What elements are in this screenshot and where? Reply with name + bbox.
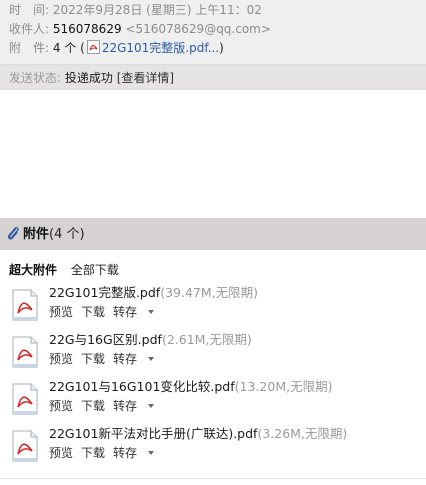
save-to-label: 转存 — [113, 305, 138, 319]
paperclip-icon — [7, 227, 19, 240]
download-button[interactable]: 下载 — [81, 305, 105, 319]
attachments-toolbar: 超大附件 全部下载 — [9, 262, 119, 278]
attachment-meta: (3.26M,无限期) — [257, 426, 348, 441]
attachment-label: 附 件: — [9, 41, 50, 55]
large-attachment-label: 超大附件 — [9, 263, 58, 277]
attachment-name[interactable]: 22G101新平法对比手册(广联达).pdf(3.26M,无限期) — [49, 425, 347, 443]
attachment-item: 22G101完整版.pdf(39.47M,无限期) 预览 下载 转存 — [0, 284, 426, 330]
attachment-summary-link[interactable]: 22G101完整版.pdf... — [102, 41, 219, 55]
attachments-title: 附件 — [23, 227, 50, 242]
pdf-file-icon — [12, 336, 38, 368]
pdf-file-icon — [12, 289, 38, 321]
attachment-item: 22G101新平法对比手册(广联达).pdf(3.26M,无限期) 预览 下载 转存 — [0, 425, 426, 471]
attachment-filename[interactable]: 22G与16G区别.pdf — [49, 332, 162, 347]
recipient-label: 收件人: — [9, 22, 50, 36]
pdf-file-icon — [12, 383, 38, 415]
pdf-file-icon — [12, 430, 38, 462]
save-to-label: 转存 — [113, 399, 138, 413]
chevron-down-icon — [148, 451, 155, 455]
delivery-status-value: 投递成功 — [64, 71, 113, 85]
time-label: 时 间: — [9, 3, 50, 17]
recipient-email[interactable]: <516078629@qq.com> — [125, 22, 271, 36]
preview-button[interactable]: 预览 — [49, 446, 73, 460]
save-to-label: 转存 — [113, 446, 138, 460]
recipient-row: 收件人: 516078629 <516078629@qq.com> — [9, 20, 271, 38]
attachments-count: (4 个) — [49, 227, 85, 242]
chevron-down-icon — [148, 310, 155, 314]
attachment-meta: (39.47M,无限期) — [160, 285, 258, 300]
chevron-down-icon — [148, 404, 155, 408]
attachment-count: 4 个 ( — [52, 41, 85, 55]
preview-button[interactable]: 预览 — [49, 352, 73, 366]
save-to-button[interactable]: 转存 — [113, 399, 155, 413]
download-button[interactable]: 下载 — [81, 352, 105, 366]
mail-header: 时 间: 2022年9月28日 (星期三) 上午11：02 收件人: 51607… — [0, 0, 426, 64]
attachment-name[interactable]: 22G101完整版.pdf(39.47M,无限期) — [49, 284, 258, 302]
time-value: 2022年9月28日 (星期三) 上午11：02 — [52, 3, 262, 17]
attachment-filename[interactable]: 22G101完整版.pdf — [49, 285, 160, 300]
delivery-status-bar: 发送状态: 投递成功 [查看详情] — [0, 64, 426, 90]
recipient-name[interactable]: 516078629 — [53, 22, 122, 36]
time-row: 时 间: 2022年9月28日 (星期三) 上午11：02 — [9, 1, 262, 19]
delivery-status-label: 发送状态: — [9, 71, 62, 85]
attachment-item: 22G101与16G101变化比较.pdf(13.20M,无限期) 预览 下载 转存 — [0, 378, 426, 424]
preview-button[interactable]: 预览 — [49, 399, 73, 413]
pdf-file-icon — [86, 40, 100, 54]
attachment-item: 22G与16G区别.pdf(2.61M,无限期) 预览 下载 转存 — [0, 331, 426, 377]
download-all-button[interactable]: 全部下载 — [71, 263, 119, 277]
save-to-button[interactable]: 转存 — [113, 305, 155, 319]
attachment-summary-row: 附 件: 4 个 ( 22G101完整版.pdf...) — [9, 39, 224, 57]
view-details-link[interactable]: [查看详情] — [117, 71, 174, 85]
download-button[interactable]: 下载 — [81, 399, 105, 413]
attachment-name[interactable]: 22G与16G区别.pdf(2.61M,无限期) — [49, 331, 252, 349]
attachments-section-header: 附件(4 个) — [0, 218, 426, 250]
download-button[interactable]: 下载 — [81, 446, 105, 460]
attachment-meta: (13.20M,无限期) — [234, 379, 333, 394]
attachment-filename[interactable]: 22G101新平法对比手册(广联达).pdf — [49, 426, 257, 441]
save-to-button[interactable]: 转存 — [113, 446, 155, 460]
attachment-name[interactable]: 22G101与16G101变化比较.pdf(13.20M,无限期) — [49, 378, 332, 396]
divider — [0, 478, 426, 479]
save-to-button[interactable]: 转存 — [113, 352, 155, 366]
chevron-down-icon — [148, 357, 155, 361]
attachment-meta: (2.61M,无限期) — [161, 332, 252, 347]
attachment-summary-close: ) — [219, 41, 224, 55]
save-to-label: 转存 — [113, 352, 138, 366]
preview-button[interactable]: 预览 — [49, 305, 73, 319]
attachment-filename[interactable]: 22G101与16G101变化比较.pdf — [49, 379, 235, 394]
